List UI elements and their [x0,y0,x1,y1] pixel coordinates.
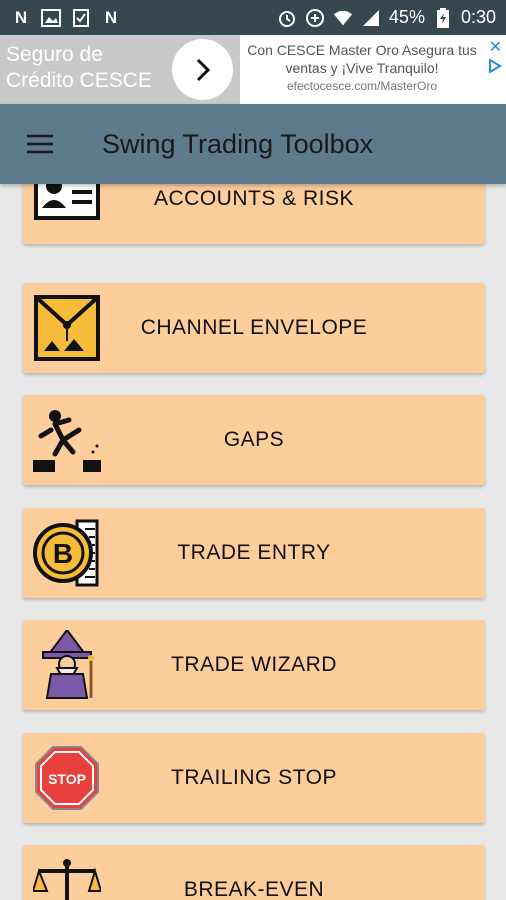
status-bar: N N 45% 0:30 [0,0,506,35]
n-notification-icon-2: N [104,7,118,27]
alarm-icon [277,8,297,28]
ad-body-text: Con CESCE Master Oro Asegura tus ventas … [247,42,477,76]
clock: 0:30 [460,7,496,27]
ad-headline: Seguro de Crédito CESCE [6,43,152,92]
wifi-icon [333,8,353,28]
stop-sign-icon: STOP [33,744,101,812]
ad-url: efectocesce.com/MasterOro [286,79,438,93]
break-even-card[interactable]: BREAK-EVEN [23,845,485,900]
app-bar: Swing Trading Toolbox [0,104,506,184]
data-saver-icon [305,8,325,28]
notification-icons: N N [10,8,122,28]
envelope-icon [33,294,101,362]
trade-wizard-card[interactable]: TRADE WIZARD [23,620,485,710]
chevron-right-icon [196,58,210,81]
battery-percent: 45% [388,7,425,27]
ad-body[interactable]: Con CESCE Master Oro Asegura tus ventas … [240,41,484,95]
signal-icon [361,8,381,28]
battery-charging-icon [433,7,453,28]
trade-entry-card[interactable]: B TRADE ENTRY [23,508,485,598]
ad-image-panel[interactable]: Seguro de Crédito CESCE [0,35,240,104]
trailing-stop-card[interactable]: STOP TRAILING STOP [23,733,485,823]
channel-envelope-card[interactable]: CHANNEL ENVELOPE [23,283,485,373]
jumping-person-icon [33,406,101,474]
ad-close-icon[interactable]: ✕ [489,37,502,57]
page-title: Swing Trading Toolbox [102,128,374,159]
wizard-icon [33,630,101,699]
check-notification-icon [70,8,92,28]
hamburger-menu-button[interactable] [0,104,80,184]
hamburger-icon [27,134,53,154]
id-card-icon [33,184,101,226]
bitcoin-coin-icon: B [33,519,101,587]
svg-text:B: B [53,538,73,569]
accounts-risk-card[interactable]: ACCOUNTS & RISK [23,184,485,244]
gaps-card[interactable]: GAPS [23,395,485,485]
photo-notification-icon [40,8,62,28]
ad-banner[interactable]: Seguro de Crédito CESCE Con CESCE Master… [0,35,506,104]
tool-list[interactable]: ACCOUNTS & RISK CHANNEL ENVELOPE GAPS B … [0,184,506,900]
n-notification-icon: N [14,7,28,27]
svg-text:STOP: STOP [48,771,86,787]
ad-choices-icon[interactable] [488,59,502,73]
balance-scale-icon [33,857,101,900]
ad-arrow-button[interactable] [172,39,233,100]
